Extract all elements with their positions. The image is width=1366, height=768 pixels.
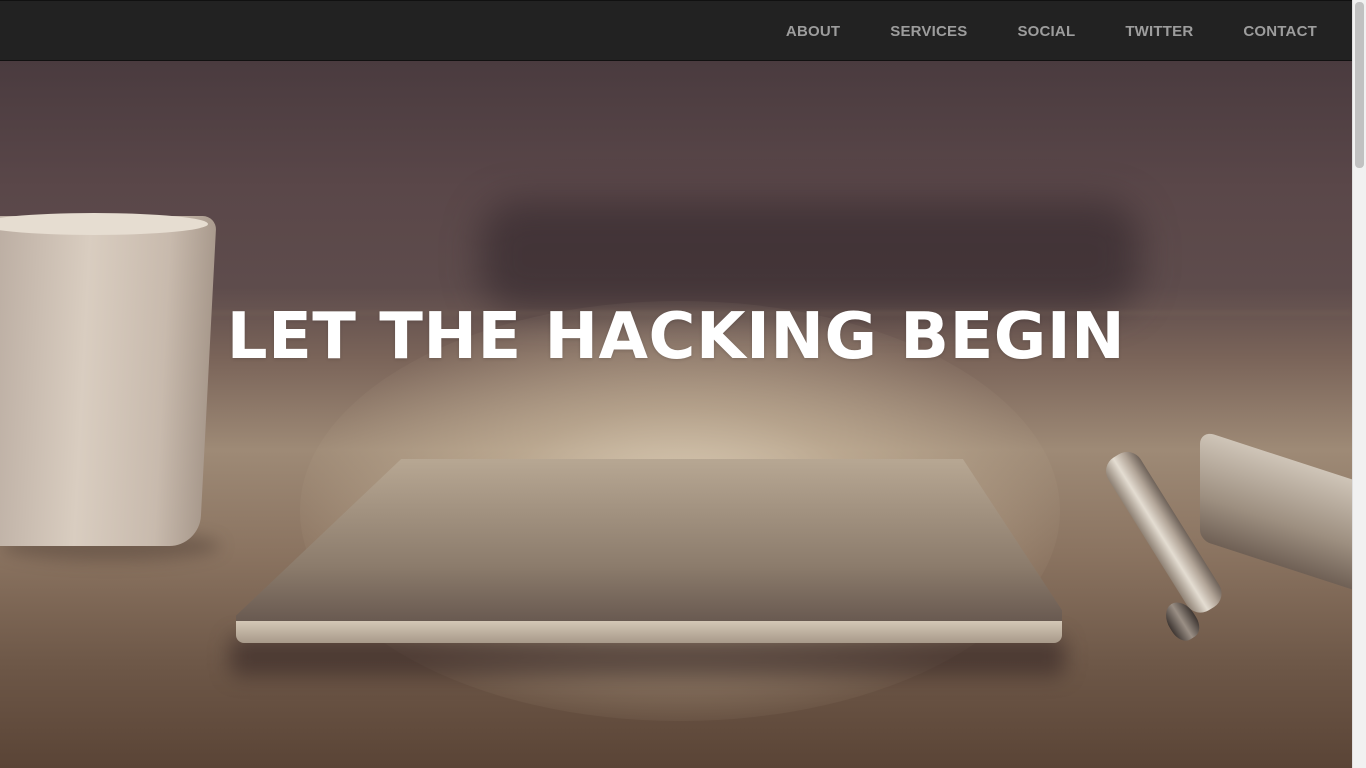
- phone-image: [1200, 430, 1352, 592]
- hero-section: LET THE HACKING BEGIN: [0, 61, 1352, 768]
- hero-background-blur: [480, 201, 1140, 311]
- hero-title: LET THE HACKING BEGIN: [226, 300, 1126, 374]
- top-navbar: ABOUT SERVICES SOCIAL TWITTER CONTACT: [0, 0, 1352, 61]
- nav-link-social[interactable]: SOCIAL: [992, 1, 1100, 62]
- nav-link-about[interactable]: ABOUT: [761, 1, 865, 62]
- page-scrollbar[interactable]: [1352, 0, 1366, 768]
- nav-link-contact[interactable]: CONTACT: [1218, 1, 1342, 62]
- notebook-pages: [236, 621, 1062, 643]
- nav-menu: ABOUT SERVICES SOCIAL TWITTER CONTACT: [761, 1, 1342, 62]
- scrollbar-thumb[interactable]: [1355, 2, 1364, 168]
- nav-link-services[interactable]: SERVICES: [865, 1, 992, 62]
- page: ABOUT SERVICES SOCIAL TWITTER CONTACT LE…: [0, 0, 1366, 768]
- coffee-cup-image: [0, 216, 217, 546]
- nav-link-twitter[interactable]: TWITTER: [1100, 1, 1218, 62]
